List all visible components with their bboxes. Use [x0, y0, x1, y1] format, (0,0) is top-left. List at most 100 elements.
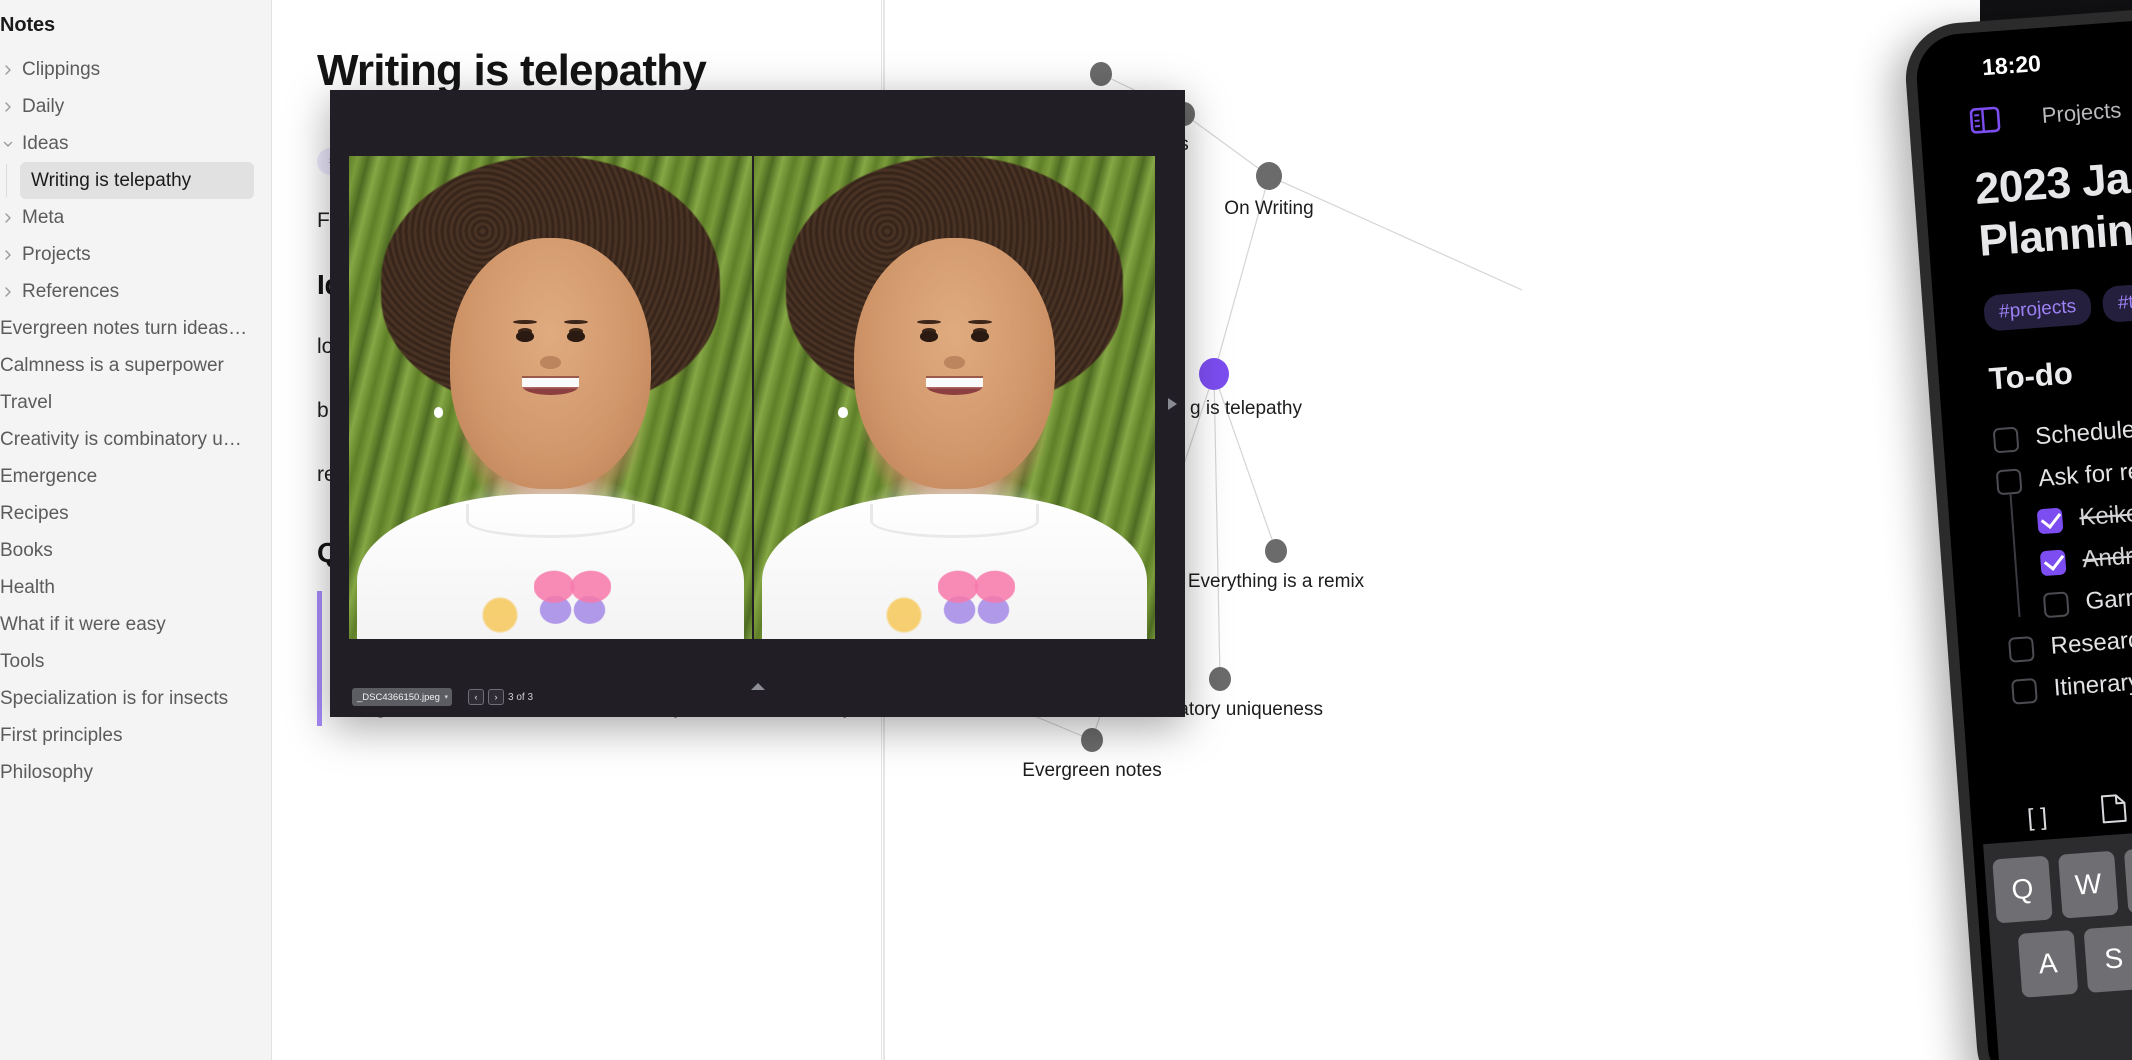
photo-flower-print: [874, 590, 935, 639]
image-preview-strip[interactable]: [349, 156, 1155, 639]
sidebar-item-ideas[interactable]: Ideas: [0, 125, 271, 162]
sidebar-item-projects[interactable]: Projects: [0, 236, 271, 273]
sidebar-item-label: Projects: [22, 243, 91, 265]
graph-node-label: Everything is a remix: [1187, 571, 1365, 592]
graph-node-writing-is-telepathy[interactable]: g is telepathy: [1190, 358, 1302, 419]
graph-node-books[interactable]: Books: [1075, 62, 1127, 115]
phone-keyboard[interactable]: Q W E R A S D: [1983, 815, 2132, 1060]
sidebar-item-label: Tools: [0, 650, 45, 672]
graph-node-dot-active: [1199, 358, 1229, 390]
page-icon[interactable]: [2100, 793, 2129, 832]
sidebar-item-clippings[interactable]: Clippings: [0, 51, 271, 88]
phone-todo-label: Garrett: [2084, 582, 2132, 616]
sidebar-item-philosophy[interactable]: Philosophy: [0, 754, 271, 791]
brackets-icon[interactable]: [ ]: [2026, 803, 2048, 832]
sidebar-item-label: Books: [0, 539, 53, 561]
sidebar-item-meta[interactable]: Meta: [0, 199, 271, 236]
sidebar-item-label: Calmness is a superpower: [0, 354, 224, 376]
graph-node-combinatory-uniqueness[interactable]: combinatory uniqueness: [1117, 667, 1323, 720]
phone-todo-checkbox[interactable]: [1995, 467, 2023, 495]
sidebar-item-label: Clippings: [22, 58, 101, 80]
phone-todo-checkbox-checked[interactable]: [2036, 507, 2064, 534]
sidebar-toggle-icon[interactable]: [1969, 106, 2001, 134]
photo-flower-print: [469, 590, 531, 639]
chevron-right-icon: [0, 101, 16, 113]
sidebar-item-health[interactable]: Health: [0, 569, 271, 606]
sidebar-item-label: First principles: [0, 724, 123, 746]
phone-todo-checkbox[interactable]: [2011, 677, 2038, 705]
phone-todo-label: Ask for recon: [2037, 454, 2132, 493]
sidebar-item-books[interactable]: Books: [0, 532, 271, 569]
key-q[interactable]: Q: [1992, 855, 2053, 924]
chevron-right-icon: [0, 212, 16, 224]
sidebar-item-label: What if it were easy: [0, 613, 166, 635]
phone-todo-label: Keiko: [2078, 499, 2132, 532]
graph-node-dot: [1265, 539, 1287, 563]
phone-todo-checkbox-checked[interactable]: [2039, 548, 2067, 576]
sidebar-item-label: Emergence: [0, 465, 98, 487]
lightbox-footer-toolbar[interactable]: _DSC4366150.jpeg ▾ ‹ › 3 of 3: [330, 677, 1185, 717]
photo-eye-left: [920, 331, 939, 342]
photo-earring: [838, 407, 848, 418]
phone-todo-checkbox[interactable]: [2007, 635, 2035, 663]
photo-earring: [433, 407, 444, 418]
phone-tag-travel[interactable]: #trav: [2101, 281, 2132, 323]
graph-node-label: On Writing: [1224, 198, 1314, 219]
phone-todo-checkbox[interactable]: [2042, 590, 2070, 618]
sidebar-item-label: Evergreen notes turn ideas…: [0, 317, 248, 339]
prev-image-button[interactable]: ‹: [468, 689, 484, 705]
phone-todo-label: Schedule flig: [2034, 413, 2132, 451]
graph-node-on-writing[interactable]: On Writing: [1224, 162, 1314, 219]
sidebar-item-label: Travel: [0, 391, 53, 413]
sidebar-item-label: Creativity is combinatory u…: [0, 428, 242, 450]
sidebar-item-references[interactable]: References: [0, 273, 271, 310]
preview-image-left[interactable]: [349, 156, 752, 639]
phone-todo-label: Research ryo: [2049, 622, 2132, 660]
photo-eye-left: [516, 331, 535, 342]
photo-eyebrow-left: [917, 319, 942, 324]
sidebar-file-explorer[interactable]: Notes Clippings Daily Ideas Writing is t…: [0, 0, 272, 1060]
photo-eye-right: [970, 331, 989, 342]
sidebar-item-evergreen-notes[interactable]: Evergreen notes turn ideas…: [0, 310, 271, 347]
chevron-down-icon: ▾: [444, 694, 448, 701]
graph-node-evergreen-notes[interactable]: Evergreen notes: [1022, 728, 1162, 781]
photo-collar: [870, 503, 1039, 538]
next-image-button[interactable]: ›: [488, 689, 504, 705]
preview-image-right[interactable]: [752, 156, 1155, 639]
key-a[interactable]: A: [2017, 929, 2079, 998]
graph-node-dot: [1081, 728, 1103, 752]
graph-node-dot: [1209, 667, 1231, 691]
lightbox-next-arrow-icon[interactable]: [1168, 397, 1177, 410]
sidebar-item-first-principles[interactable]: First principles: [0, 717, 271, 754]
graph-node-everything-is-a-remix[interactable]: Everything is a remix: [1188, 539, 1364, 592]
image-filename-select[interactable]: _DSC4366150.jpeg ▾: [352, 688, 452, 706]
sidebar-item-what-if-it-were-easy[interactable]: What if it were easy: [0, 606, 271, 643]
sidebar-item-travel[interactable]: Travel: [0, 384, 271, 421]
key-s[interactable]: S: [2083, 925, 2132, 993]
phone-editor-toolbar[interactable]: [ ]: [1970, 774, 2132, 841]
sidebar-item-tools[interactable]: Tools: [0, 643, 271, 680]
sidebar-item-recipes[interactable]: Recipes: [0, 495, 271, 532]
graph-node-label: Evergreen notes: [1022, 760, 1162, 781]
key-w[interactable]: W: [2058, 850, 2119, 919]
phone-todo-list[interactable]: Schedule flig Ask for recon Keiko Andrew…: [1941, 371, 2132, 716]
app-window: Notes Clippings Daily Ideas Writing is t…: [0, 0, 2132, 1060]
photo-face: [854, 238, 1055, 490]
sidebar-item-calmness[interactable]: Calmness is a superpower: [0, 347, 271, 384]
sidebar-item-specialization[interactable]: Specialization is for insects: [0, 680, 271, 717]
sidebar-item-daily[interactable]: Daily: [0, 88, 271, 125]
key-e[interactable]: E: [2123, 845, 2132, 914]
chevron-right-icon: [0, 64, 16, 76]
chevron-down-icon: [0, 138, 16, 150]
phone-todo-checkbox[interactable]: [1992, 426, 2020, 453]
image-filename-label: _DSC4366150.jpeg: [357, 691, 440, 703]
page-title: Writing is telepathy: [317, 46, 707, 95]
lightbox-pagination[interactable]: ‹ › 3 of 3: [468, 689, 533, 705]
phone-todo-item[interactable]: Schedule flig: [1992, 393, 2132, 461]
graph-node-dot: [1090, 62, 1112, 86]
image-lightbox-modal[interactable]: _DSC4366150.jpeg ▾ ‹ › 3 of 3: [330, 90, 1185, 717]
sidebar-item-emergence[interactable]: Emergence: [0, 458, 271, 495]
sidebar-item-creativity[interactable]: Creativity is combinatory u…: [0, 421, 271, 458]
photo-nose: [944, 356, 965, 369]
sidebar-item-writing-is-telepathy[interactable]: Writing is telepathy: [20, 162, 254, 199]
